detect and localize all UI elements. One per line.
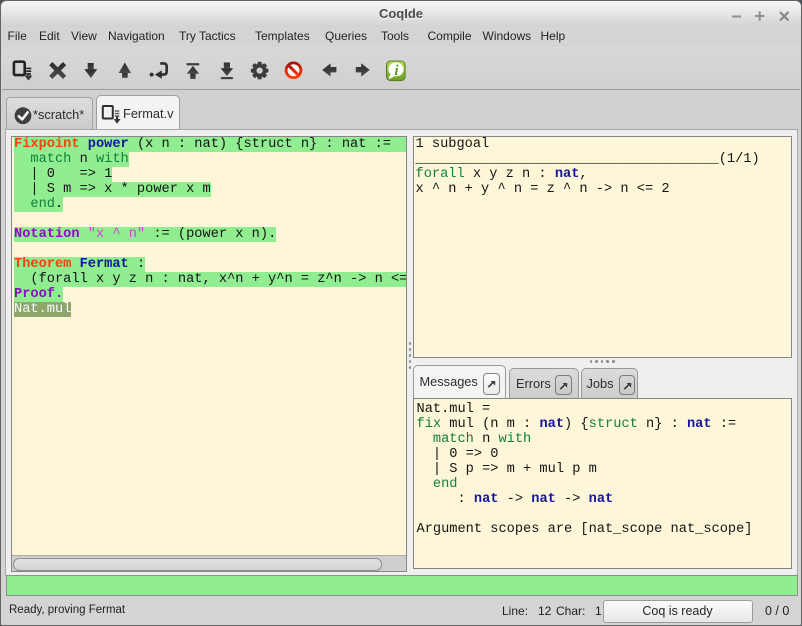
svg-text:i: i bbox=[394, 63, 398, 79]
